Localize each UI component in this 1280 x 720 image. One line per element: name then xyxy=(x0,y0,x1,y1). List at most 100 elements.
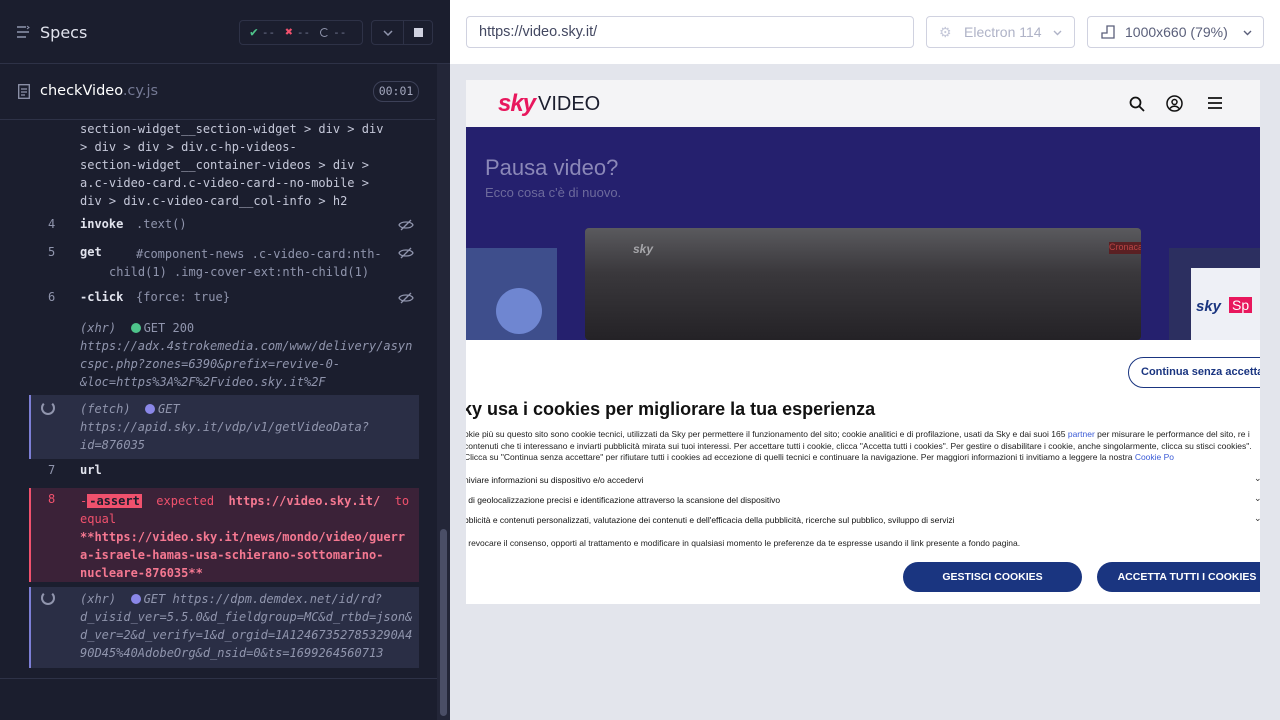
x-icon: ✖ xyxy=(285,25,293,40)
stop-icon xyxy=(413,28,423,37)
browser-label: Electron 114 xyxy=(964,24,1042,40)
browser-toolbar: https://video.sky.it/ ⚙ Electron 114 100… xyxy=(450,0,1280,64)
eye-hidden-icon xyxy=(398,219,414,231)
cookie-title: ky usa i cookies per migliorare la tua e… xyxy=(466,399,876,419)
reporter-scrollbar[interactable] xyxy=(437,64,450,720)
purpose-item[interactable]: bblicità e contenuti personalizzati, val… xyxy=(466,515,955,525)
pending-stat: -- xyxy=(320,26,346,39)
command-number: 7 xyxy=(48,463,56,477)
card-right-tag: Sp xyxy=(1229,297,1253,313)
specs-title[interactable]: Specs xyxy=(40,23,87,42)
command-row-invoke[interactable]: 4 invoke .text() xyxy=(29,217,419,239)
assert-tag: -assert xyxy=(87,494,142,508)
browser-icon: ⚙ xyxy=(939,24,952,40)
manage-cookies-button[interactable]: GESTISCI COOKIES xyxy=(903,562,1082,592)
loading-spinner-icon xyxy=(41,591,55,605)
specs-header: Specs ✔ -- ✖ -- -- xyxy=(0,0,450,64)
fetch-request: (fetch) GET https://apid.sky.it/vdp/v1/g… xyxy=(80,402,369,452)
command-log: section-widget__section-widget > div > d… xyxy=(29,120,419,668)
viewport-size: 1000x660 (79%) xyxy=(1125,24,1228,40)
pending-circle-icon xyxy=(320,28,330,37)
card-brand: sky xyxy=(633,242,654,256)
card-tag: Cronaca xyxy=(1109,242,1141,254)
user-account-icon[interactable] xyxy=(1166,95,1183,112)
failed-stat: ✖ -- xyxy=(285,25,311,40)
hero-title: Pausa video? xyxy=(485,155,619,180)
partner-link[interactable]: partner xyxy=(1068,429,1095,439)
command-number: 4 xyxy=(48,217,56,231)
assert-message: - -assert expected https://video.sky.it/ … xyxy=(80,494,410,580)
divider xyxy=(0,678,437,679)
video-card-center[interactable]: sky Cronaca xyxy=(585,228,1141,340)
command-row-xhr[interactable]: (xhr) GET 200 https://adx.4strokemedia.c… xyxy=(29,319,419,389)
chevron-down-icon xyxy=(382,29,393,36)
stop-button[interactable] xyxy=(403,20,433,45)
scrollbar-thumb[interactable] xyxy=(440,529,447,716)
chevron-down-icon[interactable]: ⌄ xyxy=(1254,473,1260,484)
command-name: get xyxy=(80,245,102,259)
browser-selector[interactable]: ⚙ Electron 114 xyxy=(926,16,1075,48)
command-message: #component-news .c-video-card:nth- child… xyxy=(109,247,382,279)
chevron-down-icon xyxy=(1053,30,1062,36)
accept-all-cookies-button[interactable]: ACCETTA TUTTI I COOKIES xyxy=(1097,562,1260,592)
continue-without-accepting-button[interactable]: Continua senza accettare xyxy=(1128,357,1260,388)
ruler-icon xyxy=(1101,25,1115,39)
command-selector-continuation[interactable]: section-widget__section-widget > div > d… xyxy=(29,120,419,212)
command-number: 8 xyxy=(48,492,56,506)
run-options-dropdown[interactable] xyxy=(371,20,404,45)
check-icon: ✔ xyxy=(250,25,258,40)
eye-hidden-icon xyxy=(398,247,414,259)
aut-panel: https://video.sky.it/ ⚙ Electron 114 100… xyxy=(450,0,1280,720)
hamburger-menu-icon[interactable] xyxy=(1208,97,1222,109)
chevron-down-icon xyxy=(1243,30,1252,36)
command-row-get[interactable]: 5 get #component-news .c-video-card:nth-… xyxy=(29,245,419,285)
sky-logo[interactable]: sky xyxy=(498,90,536,118)
video-card-left[interactable] xyxy=(466,248,557,340)
chevron-down-icon[interactable]: ⌄ xyxy=(1254,493,1260,504)
sky-video-label: VIDEO xyxy=(538,93,601,115)
passed-stat: ✔ -- xyxy=(250,25,276,40)
file-icon xyxy=(18,84,30,99)
cookie-banner: Continua senza accettare ky usa i cookie… xyxy=(466,340,1260,604)
command-message: .text() xyxy=(136,217,187,231)
app-under-test-frame[interactable]: sky VIDEO Pausa video? Ecco cosa c'è di … xyxy=(466,80,1260,604)
command-row-xhr-pending[interactable]: (xhr) GET https://dpm.demdex.net/id/rd? … xyxy=(29,587,419,668)
command-number: 6 xyxy=(48,290,56,304)
xhr-request: (xhr) GET https://dpm.demdex.net/id/rd? … xyxy=(80,592,413,660)
eye-hidden-icon xyxy=(398,292,414,304)
command-message: {force: true} xyxy=(136,290,230,304)
duration-badge: 00:01 xyxy=(373,81,419,102)
url-bar[interactable]: https://video.sky.it/ xyxy=(466,16,914,48)
command-row-fetch[interactable]: (fetch) GET https://apid.sky.it/vdp/v1/g… xyxy=(29,395,419,459)
purpose-item[interactable]: i di geolocalizzazione precisi e identif… xyxy=(466,495,780,505)
command-row-url[interactable]: 7 url xyxy=(29,463,419,485)
cookie-description: okie più su questo sito sono cookie tecn… xyxy=(466,429,1252,462)
card-right-brand: sky xyxy=(1196,298,1222,315)
status-dot-icon xyxy=(145,404,156,414)
status-dot-icon xyxy=(130,323,141,333)
stats-bar: ✔ -- ✖ -- -- xyxy=(239,20,363,45)
consent-note: i revocare il consenso, opporti al tratt… xyxy=(466,538,1021,548)
search-icon[interactable] xyxy=(1129,96,1145,112)
specs-list-icon[interactable] xyxy=(16,25,30,39)
hero-section: Pausa video? Ecco cosa c'è di nuovo. sky… xyxy=(466,127,1260,340)
hero-subtitle: Ecco cosa c'è di nuovo. xyxy=(485,185,622,200)
selector-text: section-widget__section-widget > div > d… xyxy=(80,122,384,208)
command-row-click[interactable]: 6 -click {force: true} xyxy=(29,290,419,312)
command-name: invoke xyxy=(80,217,124,231)
command-row-assert-failed[interactable]: 8 - -assert expected https://video.sky.it… xyxy=(29,488,419,582)
site-header: sky VIDEO xyxy=(466,80,1260,127)
command-name: url xyxy=(80,463,102,477)
reporter-panel: Specs ✔ -- ✖ -- -- checkVideo.cy.js 00:01 … xyxy=(0,0,450,720)
chevron-down-icon[interactable]: ⌄ xyxy=(1254,513,1260,524)
spec-file-name[interactable]: checkVideo.cy.js xyxy=(40,83,158,99)
command-number: 5 xyxy=(48,245,56,259)
video-card-right[interactable]: sky Sp xyxy=(1169,248,1260,340)
viewport-selector[interactable]: 1000x660 (79%) xyxy=(1087,16,1264,48)
status-dot-icon xyxy=(130,594,141,604)
cookie-policy-link[interactable]: Cookie Po xyxy=(1135,452,1174,462)
command-name: -click xyxy=(80,290,124,304)
video-thumbnail xyxy=(585,228,1141,340)
loading-spinner-icon xyxy=(41,401,55,415)
purpose-item[interactable]: niviare informazioni su dispositivo e/o … xyxy=(466,475,644,485)
